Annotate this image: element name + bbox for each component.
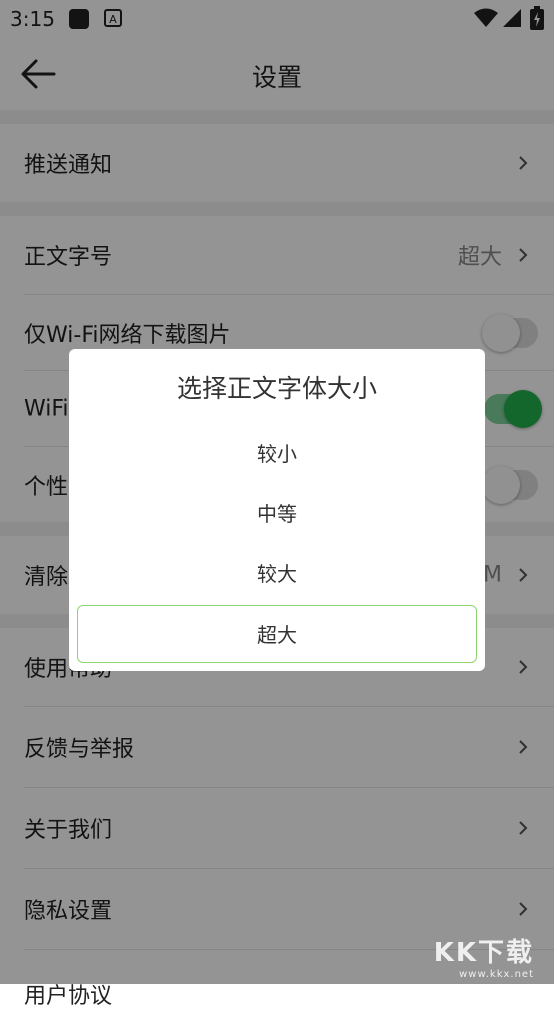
option-extra-large[interactable]: 超大 [77, 605, 477, 663]
watermark-logo: KK下载 www.kkx.net [434, 932, 534, 980]
option-large[interactable]: 较大 [77, 545, 477, 603]
option-medium[interactable]: 中等 [77, 485, 477, 543]
option-small[interactable]: 较小 [77, 425, 477, 483]
dialog-title: 选择正文字体大小 [176, 374, 377, 403]
font-size-dialog: 选择正文字体大小 较小 中等 较大 超大 [69, 349, 485, 671]
watermark-url: www.kkx.net [459, 969, 534, 980]
watermark-text: KK下载 [433, 938, 534, 968]
